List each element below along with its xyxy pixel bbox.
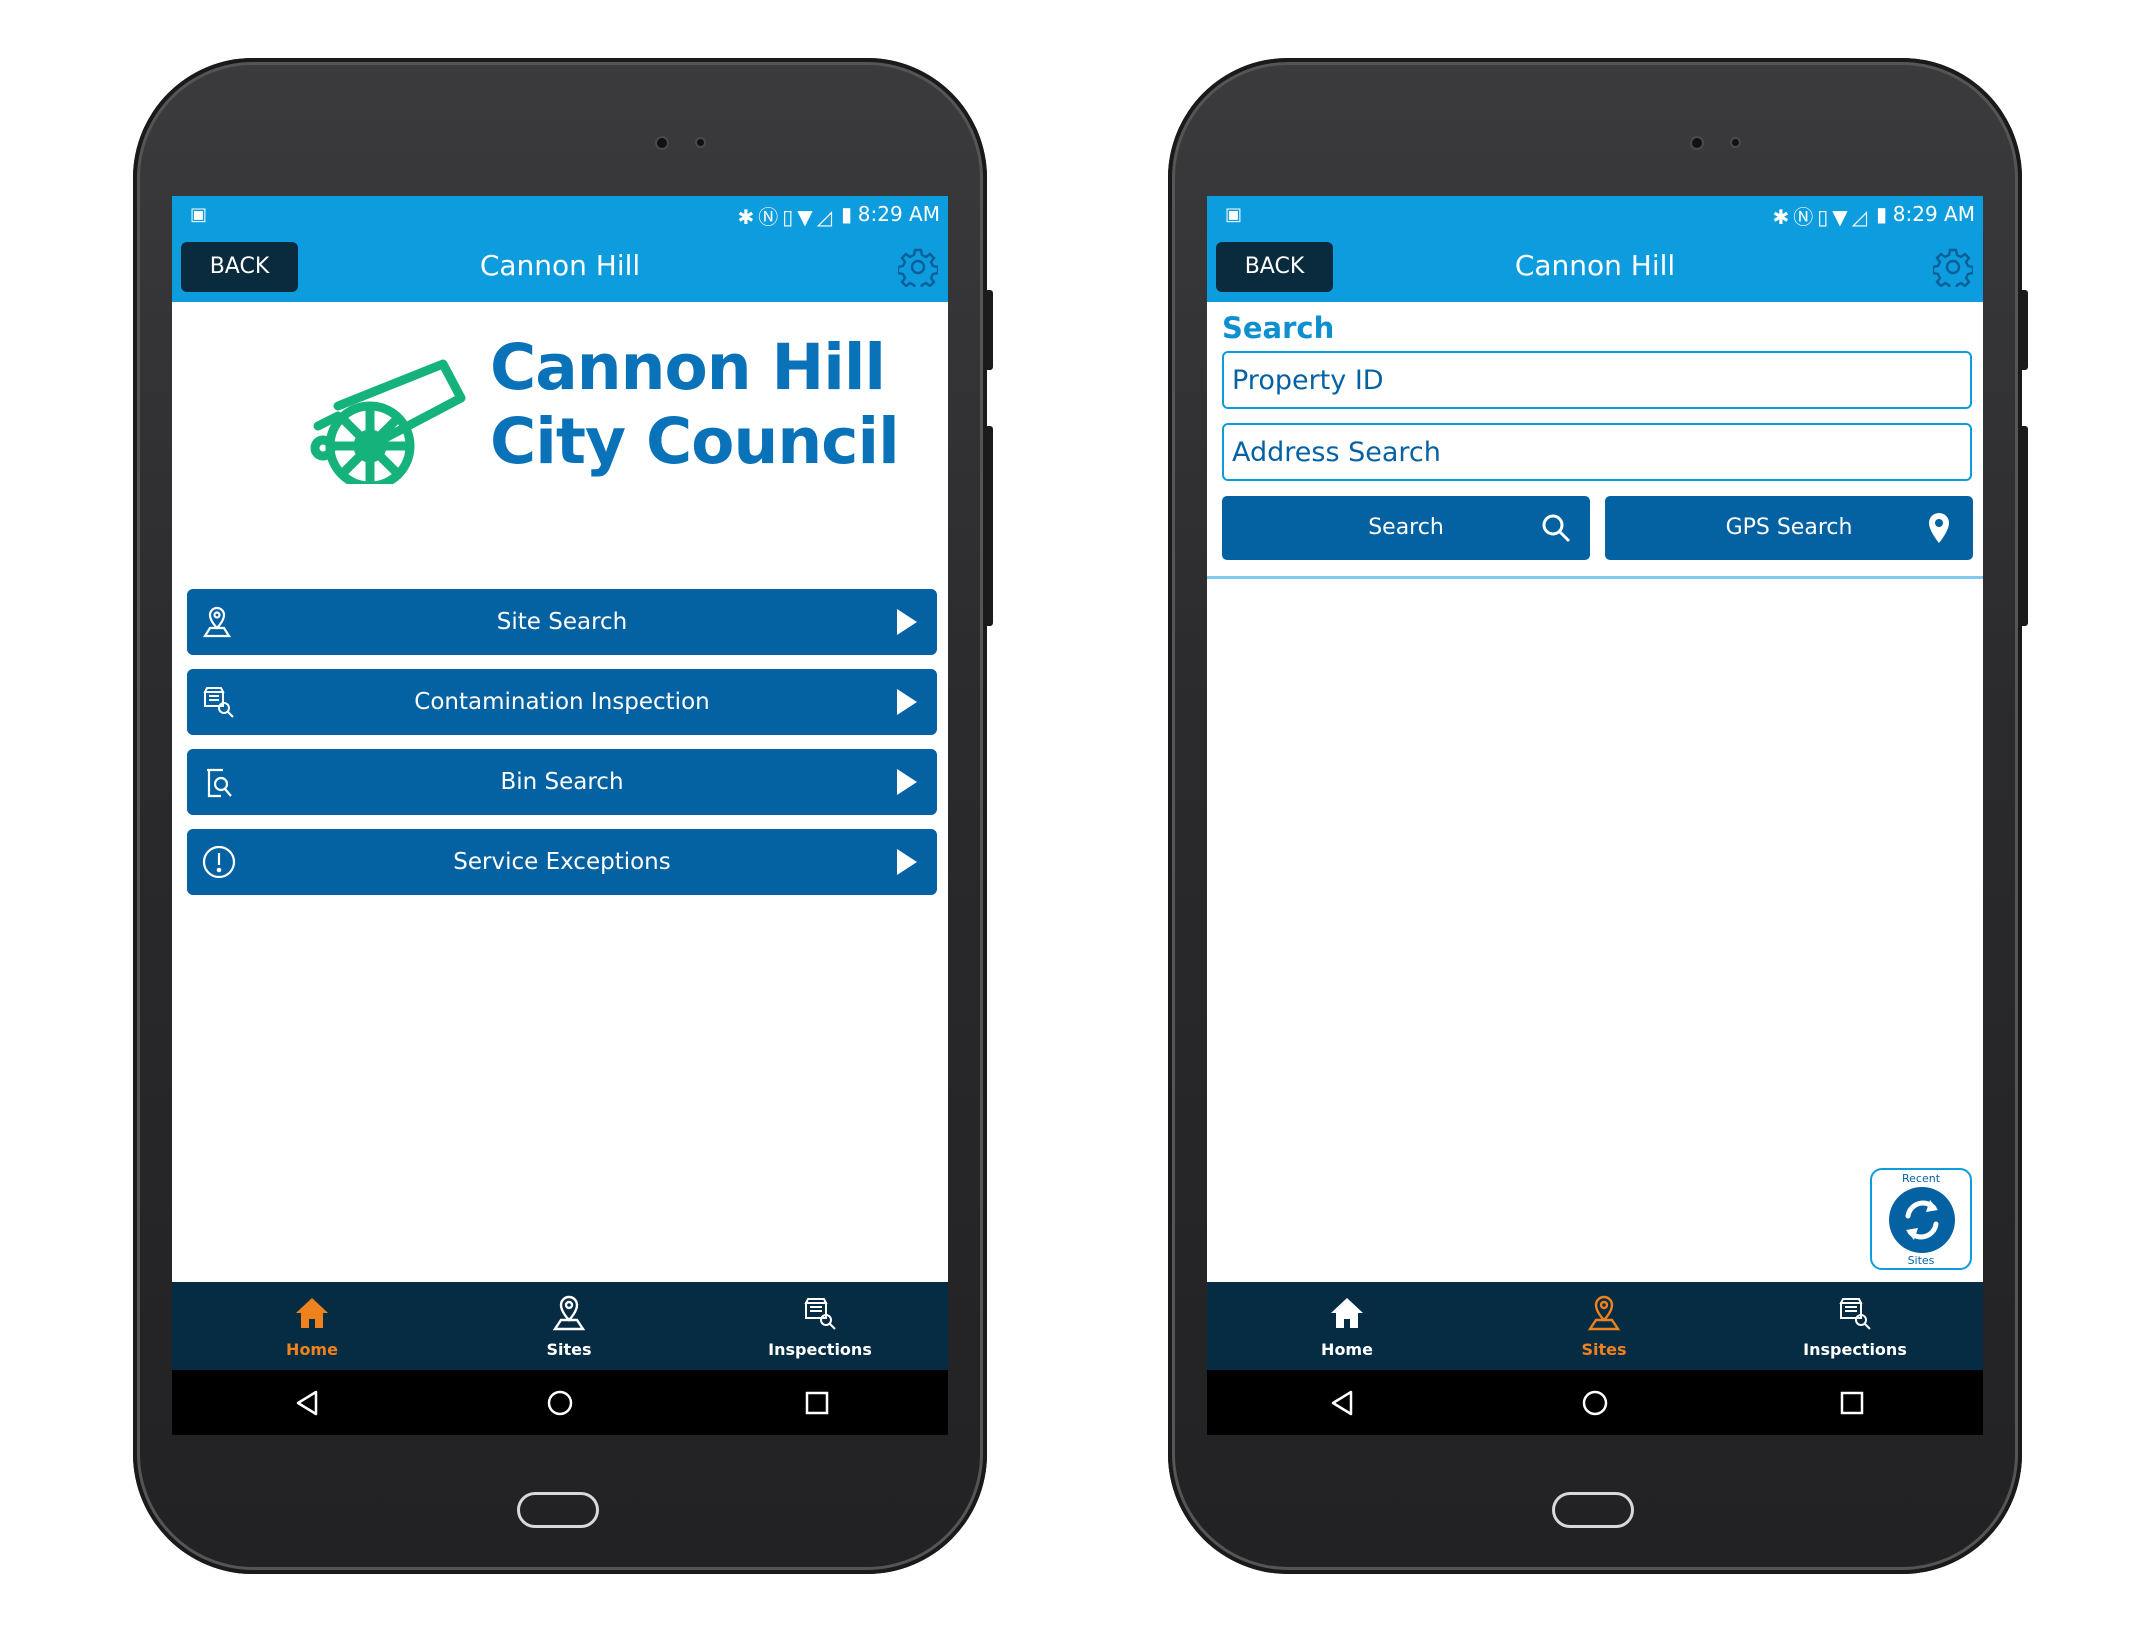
front-camera [657, 138, 667, 148]
bin-search-button[interactable]: Bin Search [187, 749, 937, 815]
chevron-right-icon [897, 689, 917, 715]
status-icons: ✱Ⓝ▯▼◿ [1772, 201, 1871, 230]
main-menu: Site Search Contamination Inspection Bin… [187, 589, 937, 909]
council-logo-text: Cannon Hill City Council [490, 331, 900, 479]
search-heading: Search [1222, 311, 1335, 345]
battery-icon: ▮ [1875, 202, 1887, 226]
back-button[interactable]: BACK [1216, 242, 1333, 292]
system-nav-bar [172, 1370, 948, 1435]
bluetooth-icon: ✱ [1772, 205, 1794, 229]
sensor [697, 139, 704, 146]
wifi-icon: ▼ [797, 205, 817, 229]
signal-icon: ◿ [816, 205, 836, 229]
back-triangle-icon[interactable] [292, 1388, 322, 1418]
logo-line-2: City Council [490, 405, 900, 478]
image-notification-icon: ▣ [1225, 204, 1243, 225]
refresh-icon [1889, 1187, 1955, 1253]
site-search-button[interactable]: Site Search [187, 589, 937, 655]
chevron-right-icon [897, 849, 917, 875]
tab-inspections-label: Inspections [768, 1340, 872, 1359]
home-circle-icon[interactable] [1580, 1388, 1610, 1418]
search-button[interactable]: Search [1222, 496, 1590, 560]
bottom-nav: Home Sites Inspections [1207, 1282, 1983, 1370]
site-search-label: Site Search [496, 609, 628, 635]
results-divider [1207, 576, 1983, 579]
address-search-input[interactable] [1222, 423, 1972, 481]
battery-icon: ▮ [840, 202, 852, 226]
volume-button [987, 290, 993, 370]
tab-inspections-label: Inspections [1803, 1340, 1907, 1359]
gps-search-button[interactable]: GPS Search [1605, 496, 1973, 560]
system-nav-bar [1207, 1370, 1983, 1435]
home-icon [1331, 1298, 1363, 1328]
search-icon [1542, 514, 1571, 543]
tab-inspections[interactable]: Inspections [1775, 1282, 1935, 1370]
hardware-home-button[interactable] [1552, 1492, 1634, 1528]
service-exceptions-button[interactable]: Service Exceptions [187, 829, 937, 895]
chevron-right-icon [897, 609, 917, 635]
search-screen: ▣ ✱Ⓝ▯▼◿ ▮ 8:29 AM Cannon Hill BACK Searc… [1207, 196, 1983, 1435]
gear-icon[interactable] [1933, 247, 1973, 287]
service-exceptions-label: Service Exceptions [453, 849, 671, 875]
power-button [987, 426, 993, 626]
sensor [1732, 139, 1739, 146]
map-pin-person-icon [552, 1295, 586, 1331]
inspection-icon [1839, 1298, 1871, 1330]
recents-square-icon[interactable] [802, 1388, 832, 1418]
gear-icon[interactable] [898, 247, 938, 287]
home-screen: ▣ ✱Ⓝ▯▼◿ ▮ 8:29 AM Cannon Hill BACK Canno… [172, 196, 948, 1435]
app-bar: Cannon Hill BACK [172, 230, 948, 302]
tab-inspections[interactable]: Inspections [740, 1282, 900, 1370]
search-button-label: Search [1368, 515, 1444, 540]
tab-home[interactable]: Home [232, 1282, 392, 1370]
app-bar: Cannon Hill BACK [1207, 230, 1983, 302]
recent-top-label: Recent [1901, 1172, 1941, 1185]
home-circle-icon[interactable] [545, 1388, 575, 1418]
tab-sites-label: Sites [546, 1340, 592, 1359]
status-bar: ▣ ✱Ⓝ▯▼◿ ▮ 8:29 AM [172, 196, 948, 230]
tab-home-label: Home [286, 1340, 338, 1359]
chevron-right-icon [897, 769, 917, 795]
status-icons: ✱Ⓝ▯▼◿ [737, 201, 836, 230]
logo-line-1: Cannon Hill [490, 331, 886, 404]
recents-square-icon[interactable] [1837, 1388, 1867, 1418]
tablet-home: ▣ ✱Ⓝ▯▼◿ ▮ 8:29 AM Cannon Hill BACK Canno… [133, 58, 993, 1574]
nfc-icon: Ⓝ [758, 205, 783, 229]
status-time: 8:29 AM [857, 202, 940, 226]
front-camera [1692, 138, 1702, 148]
property-id-input[interactable] [1222, 351, 1972, 409]
location-pin-icon [1929, 513, 1949, 543]
tab-sites[interactable]: Sites [489, 1282, 649, 1370]
nfc-icon: Ⓝ [1793, 205, 1818, 229]
tab-sites[interactable]: Sites [1524, 1282, 1684, 1370]
tab-sites-label: Sites [1581, 1340, 1627, 1359]
signal-icon: ◿ [1851, 205, 1871, 229]
back-triangle-icon[interactable] [1327, 1388, 1357, 1418]
tab-home-label: Home [1321, 1340, 1373, 1359]
volume-button [2022, 290, 2028, 370]
back-button[interactable]: BACK [181, 242, 298, 292]
contamination-inspection-label: Contamination Inspection [414, 689, 710, 715]
status-time: 8:29 AM [1892, 202, 1975, 226]
recent-bottom-label: Sites [1907, 1254, 1935, 1267]
status-bar: ▣ ✱Ⓝ▯▼◿ ▮ 8:29 AM [1207, 196, 1983, 230]
bluetooth-icon: ✱ [737, 205, 759, 229]
map-pin-person-icon [1587, 1295, 1621, 1331]
bin-search-label: Bin Search [500, 769, 624, 795]
recent-sites-button[interactable]: Recent Sites [1870, 1168, 1972, 1270]
vibrate-icon: ▯ [782, 205, 798, 229]
tablet-search: ▣ ✱Ⓝ▯▼◿ ▮ 8:29 AM Cannon Hill BACK Searc… [1168, 58, 2028, 1574]
tab-home[interactable]: Home [1267, 1282, 1427, 1370]
image-notification-icon: ▣ [190, 204, 208, 225]
hardware-home-button[interactable] [517, 1492, 599, 1528]
wifi-icon: ▼ [1832, 205, 1852, 229]
gps-search-button-label: GPS Search [1725, 515, 1853, 540]
home-icon [296, 1298, 328, 1328]
vibrate-icon: ▯ [1817, 205, 1833, 229]
bottom-nav: Home Sites Inspections [172, 1282, 948, 1370]
power-button [2022, 426, 2028, 626]
inspection-icon [804, 1298, 836, 1330]
contamination-inspection-button[interactable]: Contamination Inspection [187, 669, 937, 735]
